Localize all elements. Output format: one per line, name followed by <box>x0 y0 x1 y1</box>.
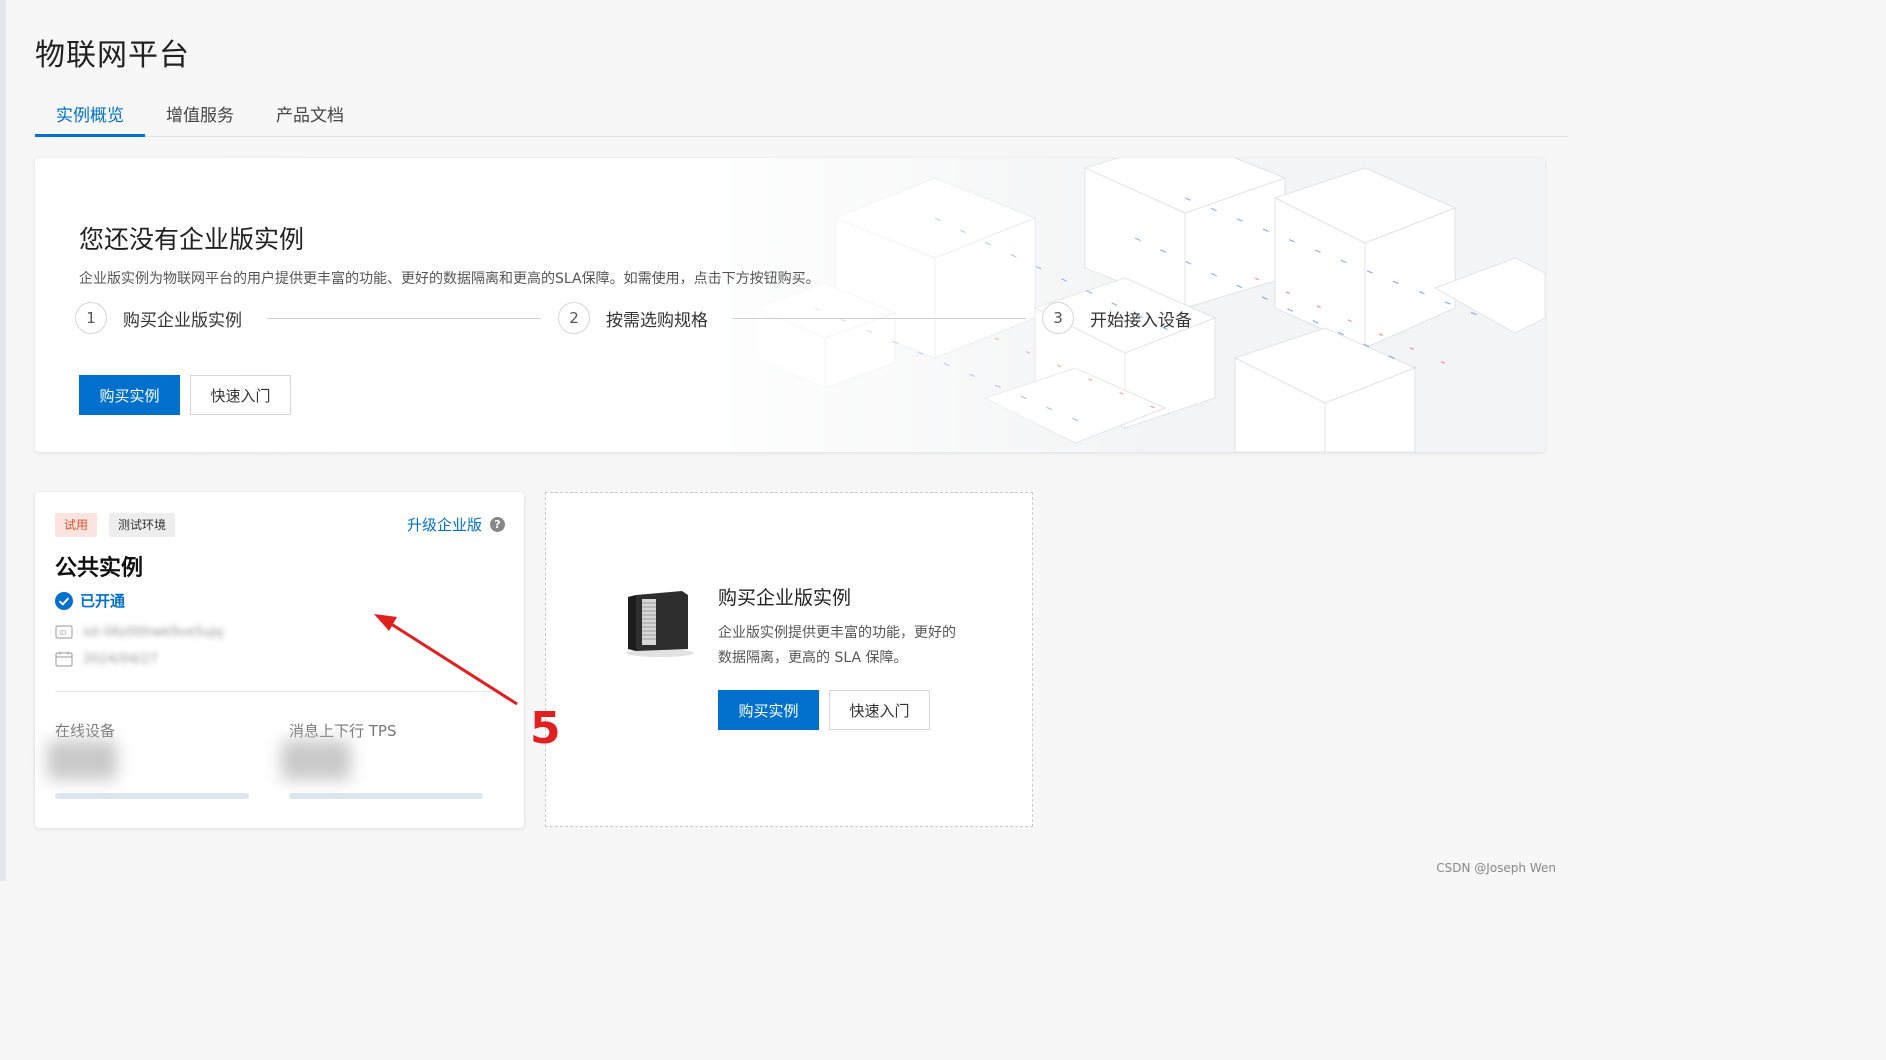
annotation-number: 5 <box>530 703 561 754</box>
watermark: CSDN @Joseph Wen <box>1436 861 1556 875</box>
annotation-arrow <box>374 614 518 706</box>
